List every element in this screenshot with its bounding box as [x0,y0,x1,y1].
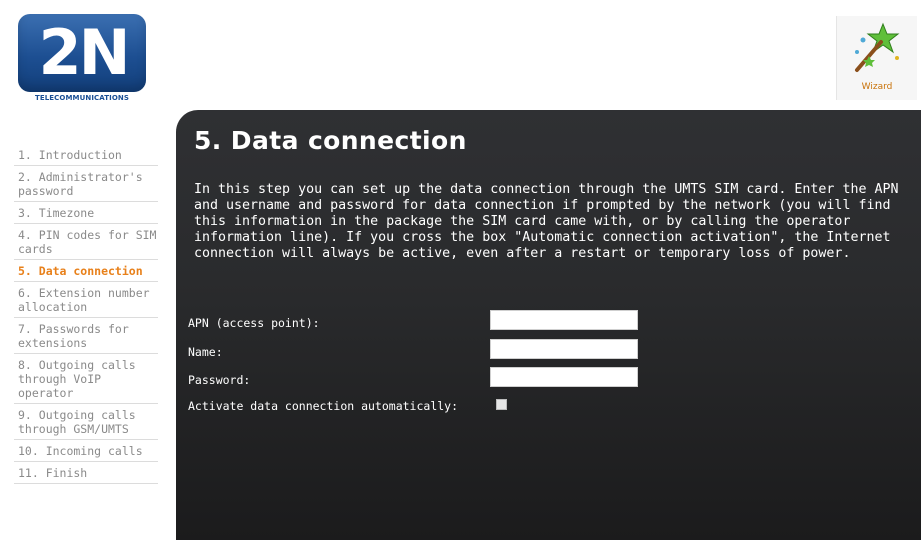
steps-sidebar: 1. Introduction 2. Administrator's passw… [14,144,158,484]
password-input[interactable] [490,367,638,387]
sidebar-item-timezone[interactable]: 3. Timezone [14,202,158,224]
logo-subtitle: TELECOMMUNICATIONS [34,94,129,102]
wizard-button[interactable]: Wizard [836,16,917,100]
sidebar-item-finish[interactable]: 11. Finish [14,462,158,484]
company-logo: 2N TELECOMMUNICATIONS [18,14,148,106]
step-description: In this step you can set up the data con… [194,182,899,261]
sidebar-item-extension-passwords[interactable]: 7. Passwords for extensions [14,318,158,354]
sidebar-item-voip-outgoing[interactable]: 8. Outgoing calls through VoIP operator [14,354,158,404]
sidebar-item-incoming-calls[interactable]: 10. Incoming calls [14,440,158,462]
main-panel: 5. Data connection In this step you can … [176,110,921,540]
name-input[interactable] [490,339,638,359]
name-label: Name: [188,345,223,359]
page-title: 5. Data connection [194,126,467,155]
magic-wand-icon [855,22,900,72]
sidebar-item-gsm-outgoing[interactable]: 9. Outgoing calls through GSM/UMTS [14,404,158,440]
auto-activation-checkbox[interactable] [496,399,507,410]
logo-badge: 2N [18,14,146,92]
sidebar-item-introduction[interactable]: 1. Introduction [14,144,158,166]
apn-input[interactable] [490,310,638,330]
auto-activation-label: Activate data connection automatically: [188,399,459,413]
sidebar-item-data-connection[interactable]: 5. Data connection [14,260,158,282]
sidebar-item-extension-allocation[interactable]: 6. Extension number allocation [14,282,158,318]
wizard-label: Wizard [861,82,893,92]
password-label: Password: [188,373,251,387]
logo-text: 2N [38,16,130,89]
sidebar-item-pin-codes[interactable]: 4. PIN codes for SIM cards [14,224,158,260]
sidebar-item-admin-password[interactable]: 2. Administrator's password [14,166,158,202]
apn-label: APN (access point): [188,316,320,330]
